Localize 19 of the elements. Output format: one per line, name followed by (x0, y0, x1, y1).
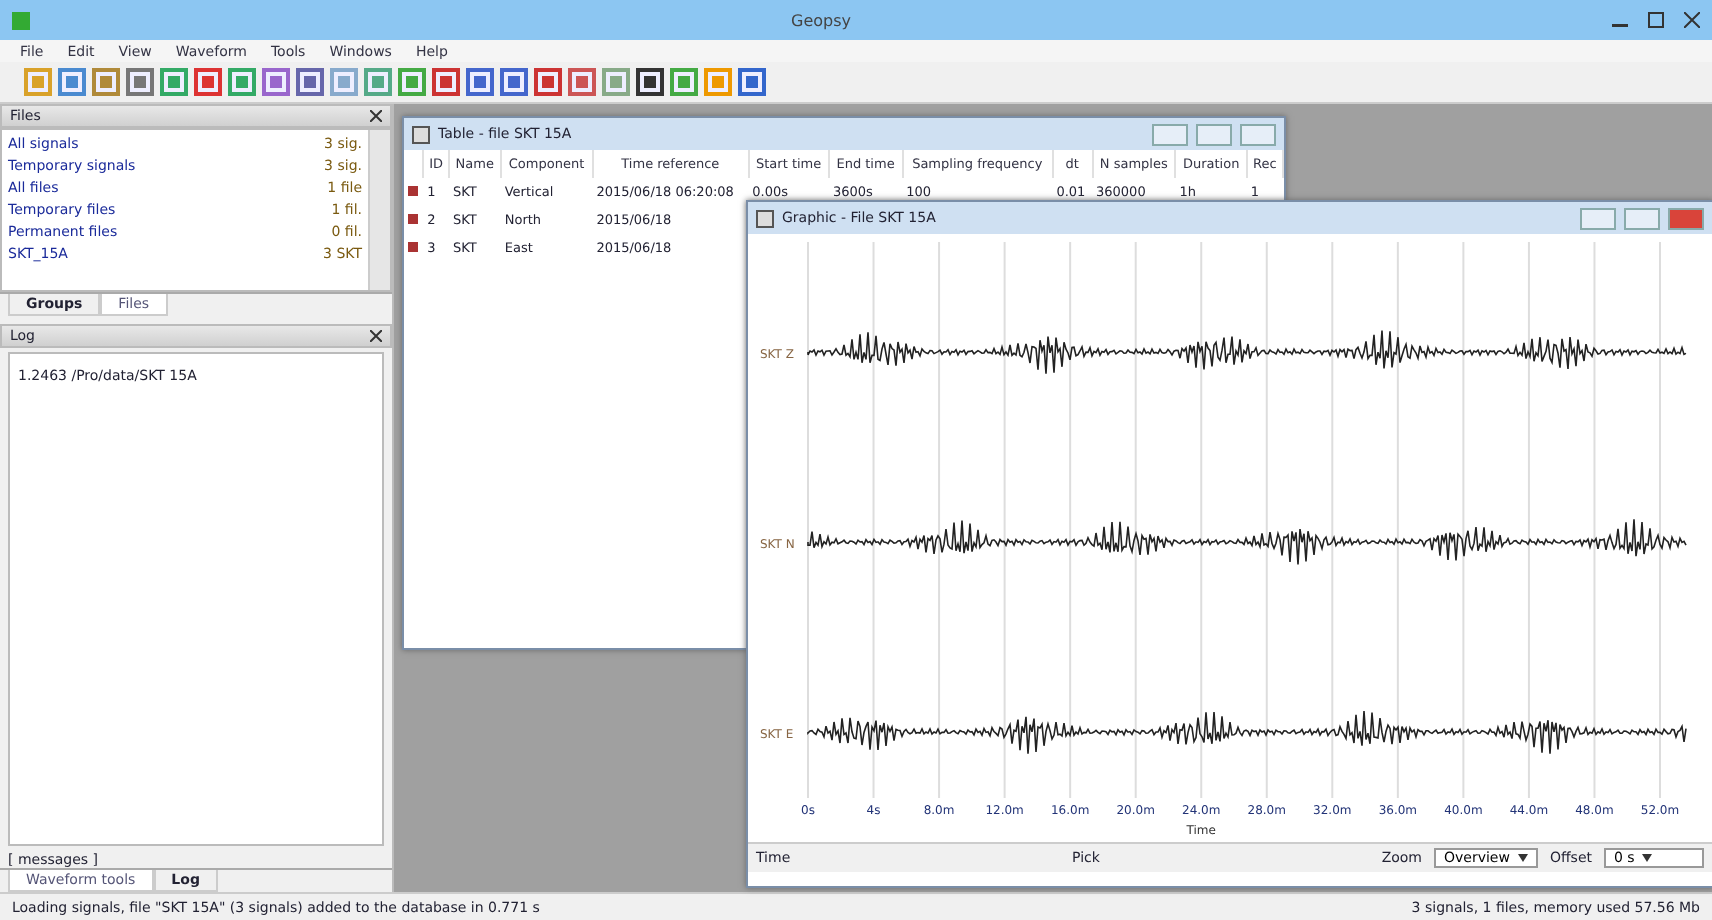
window-title: Geopsy (789, 11, 853, 29)
close-icon[interactable] (370, 110, 382, 122)
row-marker-icon (408, 242, 418, 252)
close-button[interactable] (1240, 123, 1276, 145)
square-icon[interactable] (704, 68, 732, 96)
maximize-button[interactable] (1196, 123, 1232, 145)
row-marker-icon (408, 186, 418, 196)
minimize-button[interactable] (1580, 207, 1616, 229)
app-icon (12, 11, 30, 29)
maximize-icon[interactable] (1648, 12, 1664, 28)
maximize-button[interactable] (1624, 207, 1660, 229)
row-marker-icon (408, 214, 418, 224)
minimize-button[interactable] (1152, 123, 1188, 145)
close-button[interactable] (1668, 207, 1704, 229)
caret-icon (1642, 854, 1653, 862)
caret-icon (1517, 854, 1528, 862)
close-icon[interactable] (370, 330, 382, 342)
scrollbar[interactable] (368, 130, 390, 290)
close-icon[interactable] (1684, 12, 1700, 28)
